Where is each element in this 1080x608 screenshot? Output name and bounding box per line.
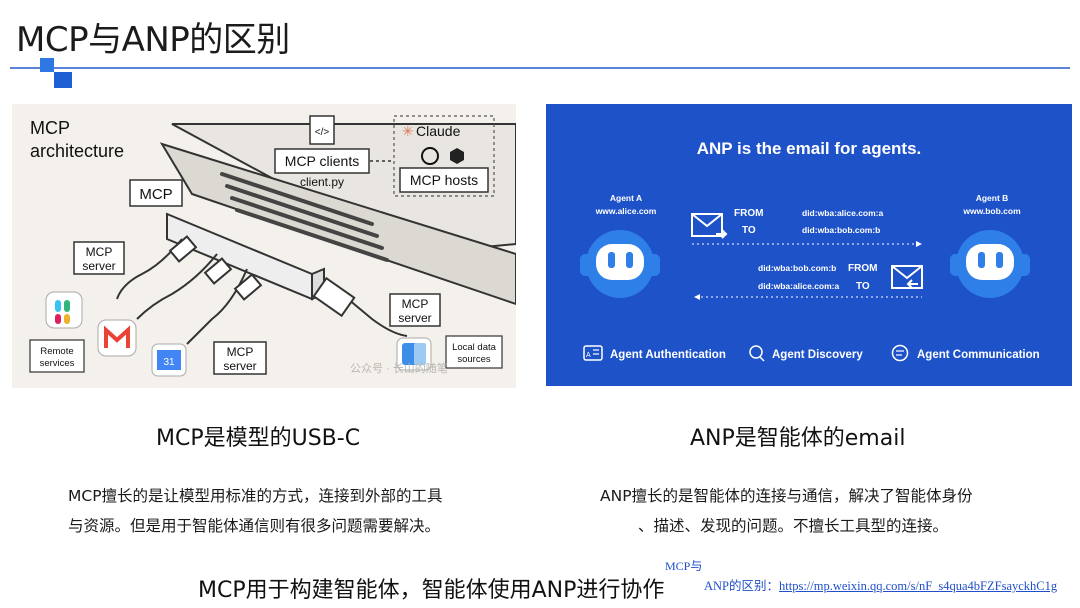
msg1-from-address: did:wba:alice.com:a	[802, 208, 884, 218]
feature-discovery: Agent Discovery	[772, 349, 863, 361]
source-note-line2: ANP的区别：https://mp.weixin.qq.com/s/nF_s4q…	[704, 575, 1057, 594]
remote-line1: Remote	[40, 346, 73, 357]
agent-a-robot-icon	[580, 230, 660, 298]
feature-authentication: Agent Authentication	[610, 349, 726, 361]
accent-square-1	[40, 58, 54, 72]
anp-title: ANP is the email for agents.	[697, 139, 922, 158]
source-link[interactable]: https://mp.weixin.qq.com/s/nF_s4qua4bFZF…	[779, 579, 1057, 593]
local-line2: sources	[457, 354, 491, 365]
title-underline	[10, 67, 1070, 69]
svg-text:</>: </>	[315, 127, 330, 138]
caption-anp: ANP是智能体的email	[690, 426, 906, 451]
description-anp-line1: ANP擅长的是智能体的连接与通信，解决了智能体身份	[600, 487, 973, 505]
msg2-to-address: did:wba:alice.com:a	[758, 281, 840, 291]
anp-diagram: ANP is the email for agents. Agent A www…	[580, 139, 1040, 362]
msg2-from-address: did:wba:bob.com:b	[758, 263, 836, 273]
slack-icon	[45, 291, 83, 329]
description-anp: ANP擅长的是智能体的连接与通信，解决了智能体身份 、描述、发现的问题。不擅长工…	[600, 481, 973, 541]
source-note-prefix: ANP的区别：	[704, 579, 780, 593]
description-anp-line2: 、描述、发现的问题。不擅长工具型的连接。	[638, 517, 949, 535]
agent-b-site: www.bob.com	[962, 206, 1021, 216]
agent-b-robot-icon	[950, 230, 1030, 298]
bottom-summary: MCP用于构建智能体，智能体使用ANP进行协作	[198, 578, 665, 603]
claude-icon: ✳	[402, 123, 414, 139]
claude-label: Claude	[416, 123, 461, 139]
local-line1: Local data	[452, 342, 497, 353]
mcp-hosts-label: MCP hosts	[410, 172, 478, 188]
description-mcp-line1: MCP擅长的是让模型用标准的方式，连接到外部的工具	[68, 487, 443, 505]
watermark: 公众号 · 长山的随笔	[350, 361, 448, 375]
caption-mcp: MCP是模型的USB-C	[156, 426, 361, 451]
description-mcp-line2: 与资源。但是用于智能体通信则有很多问题需要解决。	[68, 517, 441, 535]
outgoing-mail-icon	[691, 213, 728, 239]
remote-line2: services	[40, 358, 75, 369]
calendar-number: 31	[163, 357, 175, 368]
discovery-icon	[749, 345, 765, 362]
mcp-server-bottom-line2: server	[223, 359, 256, 373]
communication-icon	[891, 344, 909, 362]
mcp-architecture-image: MCP architecture MCP </> MCP clients cli…	[12, 104, 516, 388]
mcp-clients-file: client.py	[300, 175, 344, 189]
feature-communication: Agent Communication	[917, 349, 1040, 361]
mcp-server-bottom-line1: MCP	[227, 345, 254, 359]
mcp-clients-label: MCP clients	[285, 153, 359, 169]
anp-email-image: ANP is the email for agents. Agent A www…	[546, 104, 1072, 386]
mcp-server-left-line1: MCP	[86, 245, 113, 259]
msg1-to-address: did:wba:bob.com:b	[802, 225, 880, 235]
agent-b-name: Agent B	[976, 193, 1009, 203]
msg2-to-label: TO	[856, 281, 870, 292]
mcp-heading-line2: architecture	[30, 141, 124, 161]
msg1-from-label: FROM	[734, 208, 763, 219]
mcp-heading-line1: MCP	[30, 118, 70, 138]
description-mcp: MCP擅长的是让模型用标准的方式，连接到外部的工具 与资源。但是用于智能体通信则…	[68, 481, 443, 541]
msg2-from-label: FROM	[848, 263, 877, 274]
mcp-server-right-line2: server	[398, 311, 431, 325]
incoming-mail-icon	[891, 265, 923, 289]
mcp-server-right-line1: MCP	[402, 297, 429, 311]
source-note-line1: MCP与	[665, 559, 703, 573]
page-title: MCP与ANP的区别	[16, 20, 290, 60]
accent-square-2	[54, 72, 72, 88]
mcp-label: MCP	[139, 186, 172, 203]
authentication-icon: A	[583, 345, 603, 361]
mcp-architecture-diagram: MCP architecture MCP </> MCP clients cli…	[29, 115, 516, 377]
agent-a-name: Agent A	[610, 193, 642, 203]
msg1-to-label: TO	[742, 225, 756, 236]
svg-text:A: A	[586, 352, 591, 359]
agent-a-site: www.alice.com	[595, 206, 657, 216]
mcp-server-left-line2: server	[82, 259, 115, 273]
